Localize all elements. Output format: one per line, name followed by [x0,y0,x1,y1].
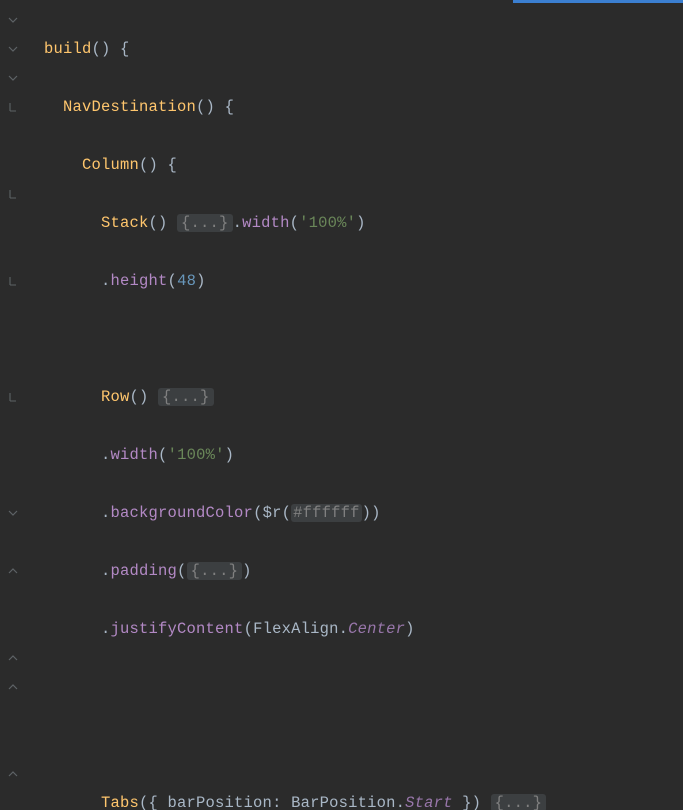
code-line[interactable]: .padding({...}) [44,557,683,586]
folded-region[interactable]: {...} [187,562,243,580]
fold-toggle-end[interactable] [0,557,28,586]
code-line[interactable]: Tabs({ barPosition: BarPosition.Start })… [44,789,683,810]
code-line[interactable]: build() { [44,35,683,64]
fold-toggle-end[interactable] [0,673,28,702]
fold-toggle[interactable] [0,35,28,64]
code-editor[interactable]: build() { NavDestination() { Column() { … [0,0,683,810]
code-line[interactable]: NavDestination() { [44,93,683,122]
folded-region[interactable]: {...} [491,794,547,810]
code-line[interactable]: Row() {...} [44,383,683,412]
code-line[interactable]: .backgroundColor($r(#ffffff)) [44,499,683,528]
code-line [44,673,683,702]
fold-toggle-end[interactable] [0,644,28,673]
code-line[interactable]: .height(48) [44,267,683,296]
code-line [44,325,683,354]
code-line[interactable]: .width('100%') [44,441,683,470]
code-line[interactable]: .justifyContent(FlexAlign.Center) [44,615,683,644]
fold-toggle-collapsed[interactable] [0,93,28,122]
fold-toggle-collapsed[interactable] [0,180,28,209]
fold-toggle-collapsed[interactable] [0,383,28,412]
fold-toggle-end[interactable] [0,760,28,789]
folded-region[interactable]: {...} [158,388,214,406]
code-line [44,731,683,760]
code-line[interactable]: Stack() {...}.width('100%') [44,209,683,238]
code-area[interactable]: build() { NavDestination() { Column() { … [28,0,683,810]
fold-toggle[interactable] [0,6,28,35]
gutter[interactable] [0,0,28,810]
fold-toggle[interactable] [0,64,28,93]
color-swatch[interactable]: #ffffff [291,504,362,522]
fold-toggle-collapsed[interactable] [0,267,28,296]
code-line[interactable]: Column() { [44,151,683,180]
folded-region[interactable]: {...} [177,214,233,232]
intention-bulb[interactable] [0,499,28,528]
